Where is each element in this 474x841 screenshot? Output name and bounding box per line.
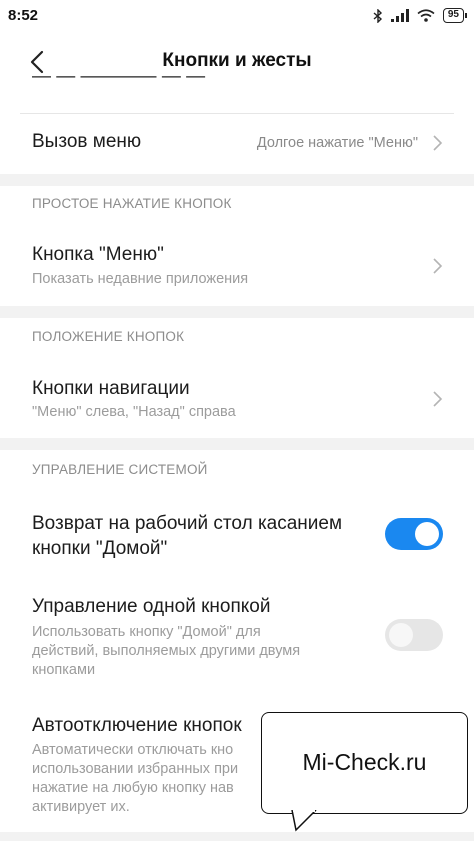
page-title: Кнопки и жесты (162, 50, 312, 71)
section-header-button-position: ПОЛОЖЕНИЕ КНОПОК (32, 329, 185, 344)
wifi-icon (417, 9, 435, 22)
home-return-title-line1: Возврат на рабочий стол касанием (32, 513, 343, 534)
nav-buttons-title: Кнопки навигации (32, 378, 190, 399)
menu-button-title: Кнопка "Меню" (32, 244, 164, 265)
status-bar: 8:52 95 (0, 0, 474, 36)
one-button-row[interactable]: Управление одной кнопкой Использовать кн… (0, 590, 474, 690)
one-button-subtitle-line1: Использовать кнопку "Домой" для (32, 624, 261, 640)
menu-call-title: Вызов меню (32, 131, 142, 152)
chevron-right-icon (433, 135, 443, 151)
menu-call-row[interactable]: Вызов меню Долгое нажатие "Меню" (0, 114, 474, 172)
bluetooth-icon (373, 8, 382, 23)
menu-button-row[interactable]: Кнопка "Меню" Показать недавние приложен… (0, 232, 474, 304)
auto-off-subtitle-line2: использовании избранных при (32, 761, 239, 777)
toggle-knob (389, 623, 413, 647)
partial-row-text: — — ———— — — (32, 76, 206, 87)
nav-buttons-subtitle: "Меню" слева, "Назад" справа (32, 404, 236, 420)
chevron-right-icon (433, 391, 443, 407)
one-button-title: Управление одной кнопкой (32, 596, 271, 617)
section-gap (0, 174, 474, 186)
auto-off-subtitle-line4: активирует их. (32, 799, 130, 815)
menu-call-value: Долгое нажатие "Меню" (256, 135, 418, 151)
partial-hidden-row: — — ———— — — (0, 76, 474, 90)
section-header-simple-press: ПРОСТОЕ НАЖАТИЕ КНОПОК (32, 196, 232, 211)
home-return-title-line2: кнопки "Домой" (32, 538, 168, 559)
home-return-row[interactable]: Возврат на рабочий стол касанием кнопки … (0, 500, 474, 572)
nav-buttons-row[interactable]: Кнопки навигации "Меню" слева, "Назад" с… (0, 365, 474, 437)
watermark-bubble-tail (291, 810, 317, 832)
auto-off-subtitle-line3: нажатие на любую кнопку нав (32, 780, 234, 796)
auto-off-title: Автоотключение кнопок (32, 715, 242, 736)
watermark-bubble: Mi-Check.ru (261, 712, 468, 814)
home-return-toggle[interactable] (385, 518, 443, 550)
status-icons: 95 (373, 8, 468, 23)
menu-button-subtitle: Показать недавние приложения (32, 271, 249, 287)
section-gap (0, 306, 474, 318)
section-header-system-control: УПРАВЛЕНИЕ СИСТЕМОЙ (32, 462, 208, 477)
section-gap (0, 832, 474, 841)
section-gap (0, 438, 474, 450)
one-button-subtitle-line3: кнопками (32, 662, 96, 678)
chevron-right-icon (433, 258, 443, 274)
status-time: 8:52 (8, 7, 39, 24)
one-button-toggle[interactable] (385, 619, 443, 651)
signal-icon (390, 9, 409, 22)
one-button-subtitle-line2: действий, выполняемых другими двумя (32, 643, 301, 659)
toggle-knob (415, 522, 439, 546)
auto-off-subtitle-line1: Автоматически отключать кно (32, 742, 234, 758)
battery-icon: 95 (442, 8, 468, 23)
watermark-text: Mi-Check.ru (302, 749, 427, 775)
